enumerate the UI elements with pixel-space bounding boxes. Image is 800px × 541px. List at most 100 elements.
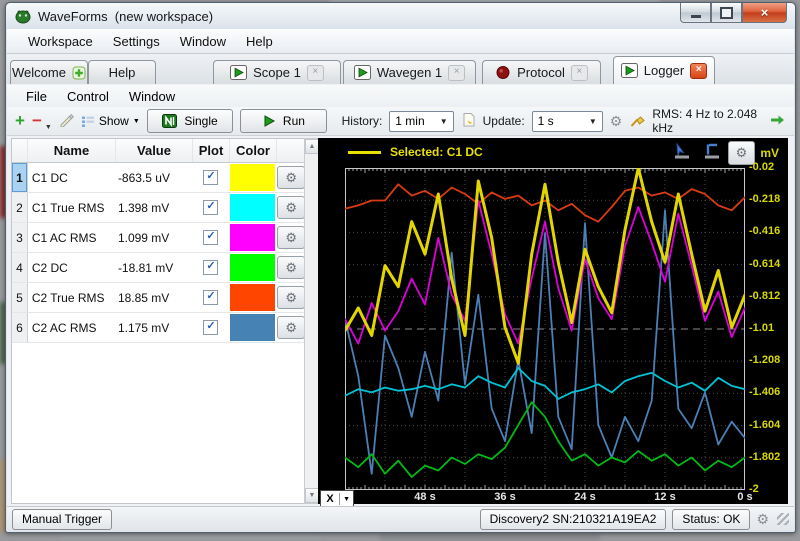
color-swatch[interactable] [229,194,276,221]
column-header-value[interactable]: Value [116,139,193,162]
tab-scope-1[interactable]: Scope 1 × [213,60,341,84]
close-button[interactable]: × [742,3,787,23]
resize-grip[interactable] [777,513,789,525]
color-swatch[interactable] [229,284,276,311]
color-cell [229,163,277,192]
channel-value: 1.398 mV [117,200,170,215]
gear-cell: ⚙ [276,256,306,279]
legend-line-swatch [348,151,381,154]
row-number[interactable]: 6 [12,313,28,342]
waveforms-window: WaveForms (new workspace) × Workspace Set… [5,2,796,533]
channel-options-gear-icon[interactable]: ⚙ [277,196,306,219]
plot-cell: ✓ [193,320,229,335]
channel-options-gear-icon[interactable]: ⚙ [277,226,306,249]
marker-tool-icon[interactable] [703,143,722,164]
tab-help[interactable]: Help [88,60,156,84]
tab-logger[interactable]: Logger × [613,56,715,84]
y-tick-label: -1.208 [749,354,781,367]
show-button[interactable]: Show ▼ [81,114,140,128]
scroll-down-icon[interactable]: ▼ [305,488,319,503]
column-header-color[interactable]: Color [230,139,277,162]
plot-cell: ✓ [193,290,229,305]
column-header-plot[interactable]: Plot [193,139,230,162]
tab-close-icon[interactable]: × [306,64,324,81]
logger-menu-item-control[interactable]: Control [58,87,118,106]
update-options-gear-icon[interactable]: ⚙ [610,113,623,130]
color-cell [229,313,277,342]
minimize-button[interactable] [680,3,711,23]
expand-arrow-icon[interactable] [768,114,786,129]
channel-options-gear-icon[interactable]: ⚙ [277,166,306,189]
x-tick-label: 48 s [414,491,436,503]
channel-name: C2 AC RMS [31,320,97,335]
row-number[interactable]: 4 [12,253,28,282]
menu-item-settings[interactable]: Settings [104,31,169,52]
maximize-button[interactable] [711,3,742,23]
tab-wavegen-1[interactable]: Wavegen 1 × [343,60,476,84]
channel-value: 1.099 mV [117,230,170,245]
y-tick-label: -0.416 [749,225,781,238]
tab-protocol[interactable]: Protocol × [482,60,601,84]
clear-broom-icon[interactable] [629,112,646,131]
window-title: WaveForms (new workspace) [38,8,214,24]
single-button[interactable]: Single [146,109,234,133]
row-number[interactable]: 5 [12,283,28,312]
rms-range-label: RMS: 4 Hz to 2.048 kHz [652,107,758,135]
color-swatch[interactable] [229,314,276,341]
channel-options-gear-icon[interactable]: ⚙ [277,316,306,339]
status-ok-button[interactable]: Status: OK [672,508,751,530]
row-number[interactable]: 1 [12,163,28,192]
device-button[interactable]: Discovery2 SN:210321A19EA2 [479,508,667,530]
run-button[interactable]: Run [240,109,327,133]
y-tick-label: -0.218 [749,193,781,206]
notes-icon[interactable] [461,112,476,130]
scroll-up-icon[interactable]: ▲ [305,139,319,154]
plot-checkbox[interactable]: ✓ [203,260,219,275]
window-controls: × [680,3,787,23]
color-swatch[interactable] [229,254,276,281]
color-swatch[interactable] [229,224,276,251]
plot-checkbox[interactable]: ✓ [203,200,219,215]
chart-panel: Selected: C1 DC ⚙ mV -0.02 -0.218 -0.416 -0… [318,138,788,508]
y-tick-label: -1.604 [749,418,781,431]
color-swatch[interactable] [229,164,276,191]
channel-value: -18.81 mV [117,260,174,275]
tab-close-icon[interactable]: × [570,64,588,81]
remove-channel-button[interactable]: − [32,112,42,129]
menu-item-workspace[interactable]: Workspace [19,31,102,52]
channel-name: C1 True RMS [31,200,105,215]
logger-menu-item-window[interactable]: Window [120,87,184,106]
plot-checkbox[interactable]: ✓ [203,230,219,245]
trace-c2-dc [345,401,745,478]
tab-label: Wavegen 1 [376,65,443,80]
device-options-gear-icon[interactable]: ⚙ [756,511,769,528]
update-select[interactable]: 1 s ▼ [531,110,603,132]
tab-bar: Welcome Help Scope 1 × Wavegen 1 × Protocol × Lo… [7,54,794,85]
menu-item-help[interactable]: Help [237,31,282,52]
tab-label: Help [108,65,136,80]
remove-dropdown-icon[interactable]: ▼ [45,124,52,135]
tab-close-icon[interactable]: × [448,64,466,81]
record-icon [495,65,511,80]
menu-item-window[interactable]: Window [171,31,235,52]
column-header-name[interactable]: Name [28,139,116,162]
logger-menu-item-file[interactable]: File [17,87,56,106]
plot-checkbox[interactable]: ✓ [203,320,219,335]
history-select[interactable]: 1 min ▼ [389,110,454,132]
channel-options-gear-icon[interactable]: ⚙ [277,256,306,279]
channel-table: Name Value Plot Color 1 C1 DC -863.5 uV ✓ ⚙ 2 C1 T… [11,138,307,504]
row-number[interactable]: 2 [12,193,28,222]
row-number[interactable]: 3 [12,223,28,252]
tab-welcome[interactable]: Welcome [10,60,88,84]
tab-close-icon[interactable]: × [690,62,708,79]
x-tick-label: 24 s [574,491,596,503]
plot-checkbox[interactable]: ✓ [203,170,219,185]
cursor-tool-icon[interactable] [673,142,692,164]
add-channel-button[interactable]: + [15,112,25,129]
edit-icon[interactable] [59,112,74,130]
manual-trigger-button[interactable]: Manual Trigger [12,508,113,530]
table-row: 3 C1 AC RMS 1.099 mV ✓ ⚙ [12,223,306,253]
plot-checkbox[interactable]: ✓ [203,290,219,305]
channel-options-gear-icon[interactable]: ⚙ [277,286,306,309]
logger-menu-bar: File Control Window [7,85,794,108]
